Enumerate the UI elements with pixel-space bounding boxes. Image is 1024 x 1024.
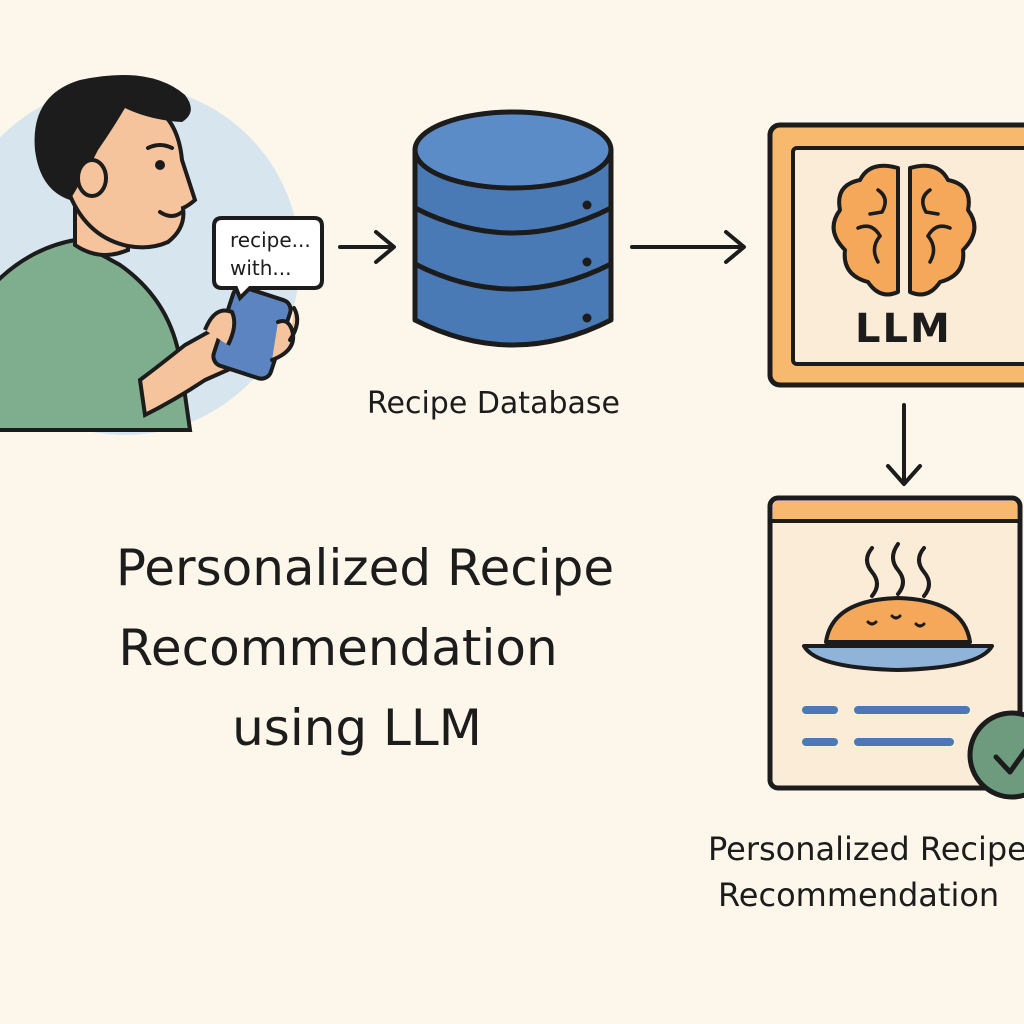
database-icon — [412, 109, 614, 348]
user-eye — [155, 160, 165, 170]
arrow-llm-to-result — [886, 403, 922, 486]
user-ear — [76, 158, 108, 198]
diagram-title-line-1: Personalized Recipe — [115, 539, 615, 597]
llm-label: LLM — [855, 306, 952, 352]
arrow-user-to-db — [338, 230, 396, 264]
diagram-canvas: recipe... with... Recipe Database LLM Pe… — [0, 0, 1024, 1024]
result-label-line-2: Recommendation — [718, 876, 1000, 914]
result-label-line-1: Personalized Recipe — [708, 830, 1024, 868]
arrow-db-to-llm — [630, 230, 746, 264]
database-label: Recipe Database — [367, 386, 620, 421]
query-line-2: with... — [230, 256, 292, 280]
diagram-title-line-2: Recommendation — [118, 619, 558, 677]
query-line-1: recipe... — [230, 228, 311, 252]
diagram-title-line-3: using LLM — [232, 699, 482, 757]
